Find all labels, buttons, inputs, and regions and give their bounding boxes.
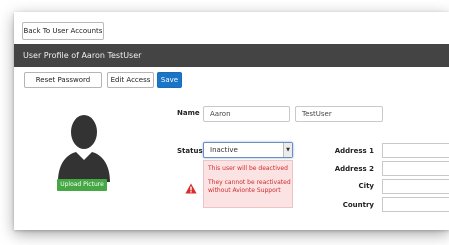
city-label: City bbox=[358, 182, 374, 190]
country-field[interactable] bbox=[382, 197, 449, 212]
page-title: User Profile of Aaron TestUser bbox=[14, 44, 449, 67]
status-label: Status bbox=[177, 147, 203, 155]
edit-access-button[interactable]: Edit Access bbox=[107, 72, 154, 88]
status-error-message: This user will be deactived They cannot … bbox=[203, 160, 293, 208]
save-button[interactable]: Save bbox=[157, 72, 182, 88]
address1-label: Address 1 bbox=[334, 147, 374, 155]
back-to-user-accounts-button[interactable]: Back To User Accounts bbox=[22, 22, 104, 40]
status-select-value: Inactive bbox=[210, 146, 238, 154]
user-profile-window: Back To User Accounts User Profile of Aa… bbox=[14, 12, 449, 230]
name-label: Name bbox=[177, 109, 200, 117]
address1-field[interactable] bbox=[382, 143, 449, 158]
address2-label: Address 2 bbox=[334, 165, 374, 173]
status-select[interactable]: Inactive ▼ bbox=[203, 142, 293, 158]
city-field[interactable] bbox=[382, 179, 449, 194]
chevron-down-icon[interactable]: ▼ bbox=[283, 143, 292, 157]
warning-icon bbox=[185, 183, 197, 194]
address2-field[interactable] bbox=[382, 161, 449, 176]
reset-password-button[interactable]: Reset Password bbox=[24, 72, 102, 88]
country-label: Country bbox=[342, 201, 374, 209]
status-error-detail: They cannot be reactivated without Avion… bbox=[208, 179, 291, 194]
upload-picture-button[interactable]: Upload Picture bbox=[57, 179, 107, 191]
user-silhouette-icon bbox=[58, 115, 110, 182]
first-name-field[interactable]: Aaron bbox=[203, 106, 290, 122]
status-error-text: This user will be deactived bbox=[208, 165, 288, 172]
last-name-field[interactable]: TestUser bbox=[295, 106, 383, 122]
